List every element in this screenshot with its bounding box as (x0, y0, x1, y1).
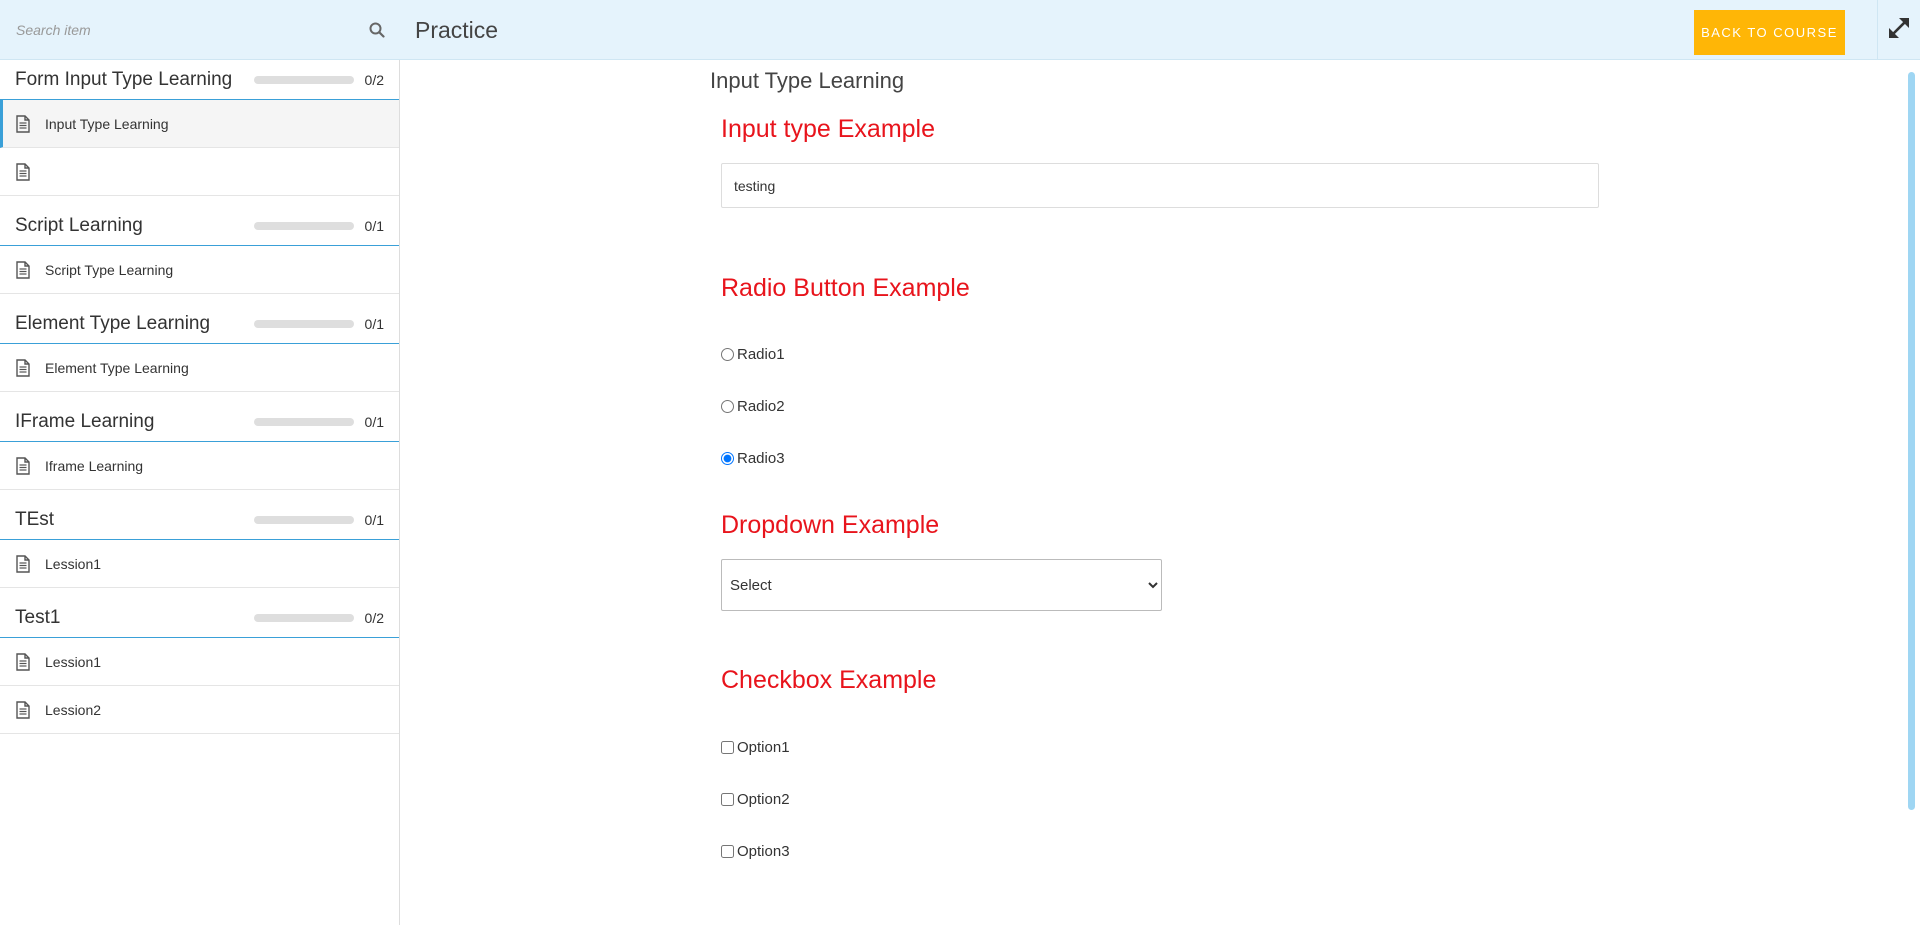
document-icon (15, 554, 31, 573)
section-progress-bar (254, 613, 354, 622)
section-title: Test1 (15, 606, 61, 628)
dropdown-example-heading: Dropdown Example (721, 511, 940, 539)
section-progress-count: 0/1 (364, 413, 384, 430)
page-title: Practice (415, 17, 499, 43)
back-to-course-button[interactable]: Back to course (1694, 10, 1845, 55)
radio-option-3[interactable]: Radio3 (721, 450, 785, 467)
lesson-label: Script Type Learning (45, 261, 174, 278)
checkbox-option-1[interactable]: Option1 (721, 739, 790, 756)
content-title: Input Type Learning (710, 68, 905, 93)
section-title: Script Learning (15, 214, 143, 236)
section-title: IFrame Learning (15, 410, 155, 432)
radio3-input[interactable] (721, 452, 734, 465)
section-progress-count: 0/1 (364, 511, 384, 528)
search-input[interactable] (14, 21, 368, 39)
search-icon[interactable] (368, 21, 386, 39)
document-icon (15, 162, 31, 181)
section-progress-count: 0/2 (364, 71, 384, 88)
lesson-label: Element Type Learning (45, 359, 189, 376)
section-title: TEst (15, 508, 55, 530)
lesson-label: Lession1 (45, 653, 102, 670)
radio-option-2[interactable]: Radio2 (721, 398, 785, 415)
section-progress-bar (254, 221, 354, 230)
lesson-item[interactable]: Iframe Learning (0, 442, 399, 490)
example-dropdown[interactable]: Select (721, 559, 1162, 611)
lesson-item[interactable]: Element Type Learning (0, 344, 399, 392)
section-progress-count: 0/2 (364, 609, 384, 626)
checkbox-option-3[interactable]: Option3 (721, 843, 790, 860)
checkbox-option-2[interactable]: Option2 (721, 791, 790, 808)
option2-label: Option2 (737, 791, 790, 808)
document-icon (15, 700, 31, 719)
document-icon (15, 114, 31, 133)
lesson-label: Input Type Learning (45, 115, 169, 132)
search-bar (0, 0, 400, 60)
expand-icon (1885, 14, 1913, 47)
option2-checkbox[interactable] (721, 793, 734, 806)
section-title: Element Type Learning (15, 312, 211, 334)
lesson-label: Lession1 (45, 555, 102, 572)
section-header[interactable]: TEst 0/1 (0, 500, 399, 540)
section-header[interactable]: IFrame Learning 0/1 (0, 402, 399, 442)
lesson-label: Lession2 (45, 701, 102, 718)
top-header: Practice Back to course (0, 0, 1920, 60)
radio-example-heading: Radio Button Example (721, 274, 970, 302)
section-progress-count: 0/1 (364, 315, 384, 332)
fullscreen-toggle[interactable] (1877, 0, 1920, 60)
example-text-input[interactable] (721, 163, 1599, 208)
option1-label: Option1 (737, 739, 790, 756)
section-header[interactable]: Element Type Learning 0/1 (0, 304, 399, 344)
option3-checkbox[interactable] (721, 845, 734, 858)
checkbox-example-heading: Checkbox Example (721, 666, 937, 694)
radio1-input[interactable] (721, 348, 734, 361)
document-icon (15, 358, 31, 377)
document-icon (15, 456, 31, 475)
radio-option-1[interactable]: Radio1 (721, 346, 785, 363)
section-header[interactable]: Form Input Type Learning 0/2 (0, 60, 399, 100)
lesson-item[interactable]: Script Type Learning (0, 246, 399, 294)
radio2-label: Radio2 (737, 398, 785, 415)
radio2-input[interactable] (721, 400, 734, 413)
document-icon (15, 260, 31, 279)
section-header[interactable]: Test1 0/2 (0, 598, 399, 638)
input-example-heading: Input type Example (721, 115, 936, 143)
scrollbar-thumb[interactable] (1908, 72, 1915, 810)
section-header[interactable]: Script Learning 0/1 (0, 206, 399, 246)
option3-label: Option3 (737, 843, 790, 860)
section-progress-bar (254, 515, 354, 524)
section-progress-bar (254, 417, 354, 426)
section-progress-bar (254, 319, 354, 328)
option1-checkbox[interactable] (721, 741, 734, 754)
lesson-item[interactable]: Lession1 (0, 540, 399, 588)
lesson-item[interactable]: Lession1 (0, 638, 399, 686)
lesson-label: Iframe Learning (45, 457, 144, 474)
lesson-item[interactable]: Input Type Learning (0, 100, 399, 148)
lesson-item[interactable] (0, 148, 399, 196)
lesson-item[interactable]: Lession2 (0, 686, 399, 734)
section-title: Form Input Type Learning (15, 68, 233, 90)
document-icon (15, 652, 31, 671)
curriculum-sidebar: Form Input Type Learning 0/2 Input Type Le… (0, 60, 400, 925)
content-scrollbar[interactable] (1906, 60, 1916, 925)
radio1-label: Radio1 (737, 346, 785, 363)
section-progress-count: 0/1 (364, 217, 384, 234)
section-progress-bar (254, 75, 354, 84)
radio3-label: Radio3 (737, 450, 785, 467)
